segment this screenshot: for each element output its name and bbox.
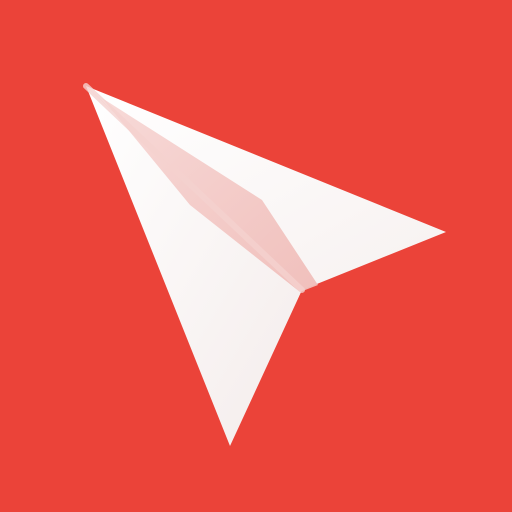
app-icon (0, 0, 512, 512)
paper-plane-icon (0, 0, 512, 512)
